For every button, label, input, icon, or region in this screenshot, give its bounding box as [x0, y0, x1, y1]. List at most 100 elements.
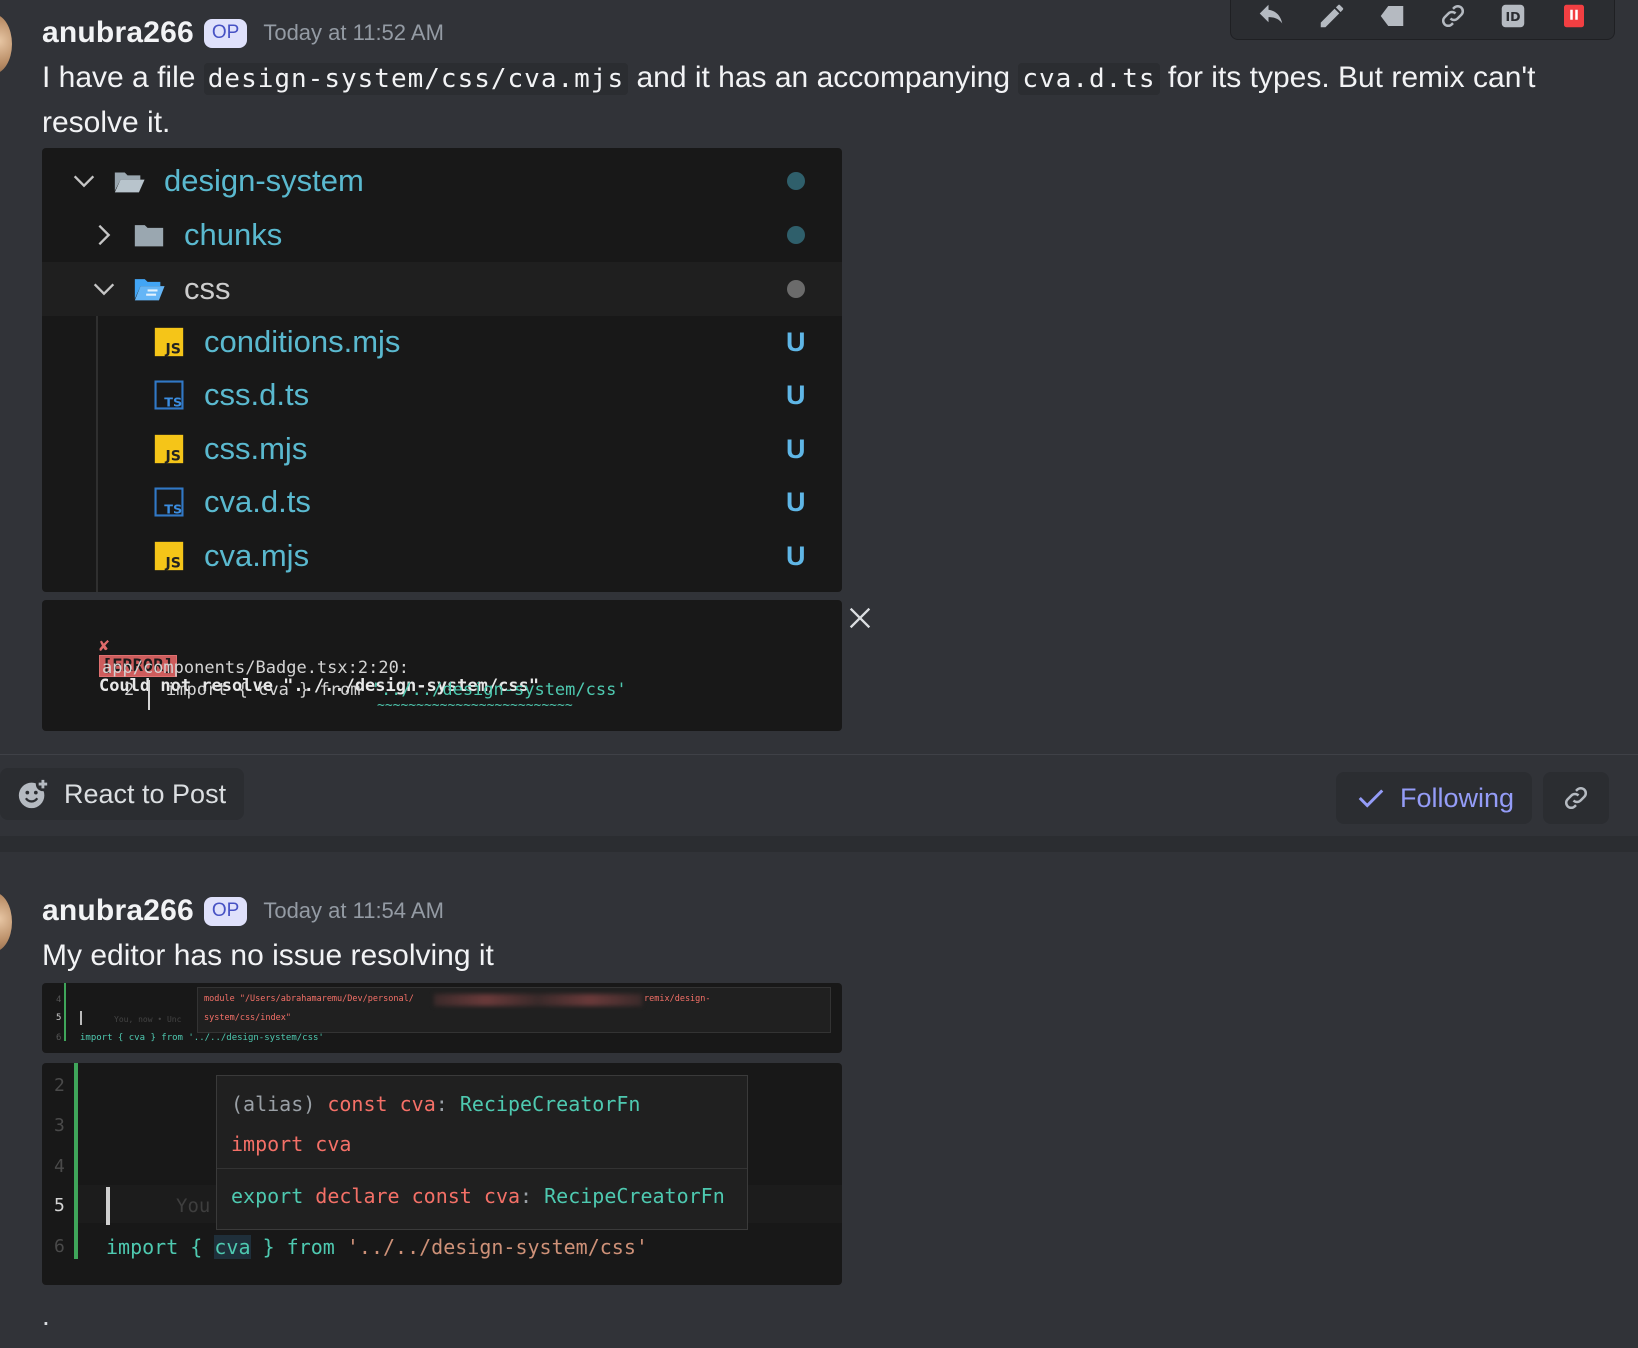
tree-item-cva-mjs: JS cva.mjs U	[42, 529, 842, 583]
tree-item-label: cva.mjs	[204, 538, 310, 573]
module-path-text: system/css/index"	[204, 1013, 291, 1023]
chevron-right-icon	[98, 224, 111, 246]
untracked-status: U	[786, 433, 806, 464]
error-underline: ~~~~~~~~~~~~~~~~~~~~~~~~~	[377, 698, 573, 713]
edit-icon[interactable]	[1312, 0, 1352, 33]
js-file-icon: JS	[154, 327, 184, 357]
checkmark-icon	[1358, 789, 1384, 808]
svg-text:JS: JS	[165, 555, 181, 571]
close-icon[interactable]	[846, 604, 874, 632]
avatar[interactable]	[0, 14, 12, 74]
username[interactable]: anubra266	[42, 16, 194, 50]
following-button[interactable]: Following	[1336, 772, 1532, 824]
line-number: 3	[54, 1115, 65, 1136]
code-token: :	[435, 1092, 448, 1116]
file-tree-image[interactable]: design-system chunks css JS conditions.m…	[42, 148, 842, 592]
divider	[0, 836, 1638, 852]
message-text: I have a file design-system/css/cva.mjs …	[42, 56, 1622, 145]
link-icon	[1564, 786, 1588, 810]
code-token: import	[106, 1235, 179, 1259]
react-to-post-label: React to Post	[64, 778, 227, 809]
ts-file-icon: TS	[154, 380, 184, 410]
redacted-blur	[434, 994, 642, 1006]
status-dot	[787, 226, 805, 244]
tree-item-conditions-mjs: JS conditions.mjs U	[42, 315, 842, 369]
tree-item-label: css	[184, 271, 231, 306]
chevron-down-icon	[73, 175, 95, 188]
svg-text:JS: JS	[165, 448, 181, 464]
status-dot	[787, 172, 805, 190]
tree-item-chunks: chunks	[42, 208, 842, 262]
forward-icon[interactable]	[1372, 0, 1412, 33]
react-to-post-button[interactable]: React to Post	[0, 768, 244, 820]
text-cursor	[80, 1011, 82, 1025]
error-image[interactable]: ✘ [ERROR] Could not resolve "../../desig…	[42, 600, 842, 731]
copy-link-button[interactable]	[1543, 772, 1609, 824]
code-token: import	[231, 1132, 304, 1156]
line-number: 2	[54, 1075, 65, 1096]
line-number: 4	[56, 995, 62, 1005]
untracked-status: U	[786, 326, 806, 357]
text-segment: I have a file	[42, 61, 204, 94]
js-file-icon: JS	[154, 541, 184, 571]
code-token: const	[327, 1092, 388, 1116]
code-token: const	[411, 1184, 472, 1208]
code-line: import { cva } from '../../design-system…	[106, 1235, 648, 1259]
js-file-icon: JS	[154, 434, 184, 464]
line-number: 6	[56, 1033, 62, 1043]
module-path-text: module "/Users/abrahamaremu/Dev/personal…	[204, 994, 414, 1004]
code-token: cva	[315, 1132, 352, 1156]
editor-hover-image-large[interactable]: 2 3 4 5 6 You (alias) const cva: RecipeC…	[42, 1063, 842, 1285]
code-text: import { cva } from	[166, 680, 371, 700]
tree-item-label: design-system	[164, 163, 364, 198]
delete-icon[interactable]	[1554, 0, 1594, 33]
code-token: (alias)	[231, 1092, 316, 1116]
username[interactable]: anubra266	[42, 894, 194, 928]
text-cursor	[106, 1187, 110, 1225]
tree-item-design-system: design-system	[42, 154, 842, 208]
code-token: '../../design-system/css'	[346, 1235, 648, 1259]
inline-code: design-system/css/cva.mjs	[203, 63, 629, 95]
line-number: 6	[54, 1236, 65, 1257]
error-code-line: import { cva } from '../../design-system…	[166, 680, 627, 700]
code-token: }	[262, 1235, 275, 1259]
timestamp: Today at 11:52 AM	[263, 20, 444, 45]
line-number: 5	[56, 1013, 62, 1023]
svg-text:TS: TS	[164, 395, 182, 410]
tree-item-label: css.mjs	[204, 431, 308, 466]
tree-item-css: css	[42, 262, 842, 316]
op-badge: OP	[203, 18, 248, 48]
text-segment: for its types. But remix can't	[1159, 61, 1536, 94]
tree-item-label: conditions.mjs	[204, 324, 401, 359]
svg-text:TS: TS	[164, 502, 182, 517]
code-token: declare	[315, 1184, 400, 1208]
code-line: import { cva } from '../../design-system…	[80, 1033, 324, 1043]
inline-code: cva.d.ts	[1018, 63, 1160, 95]
tree-item-cva-d-ts: TS cva.d.ts U	[42, 475, 842, 529]
add-reaction-icon	[18, 777, 50, 809]
message-header: anubra266 OP Today at 11:54 AM	[42, 894, 444, 928]
id-icon[interactable]: ID	[1493, 0, 1533, 33]
popup-divider	[217, 1168, 747, 1169]
folder-icon	[134, 225, 164, 247]
link-icon[interactable]	[1433, 0, 1473, 33]
folder-open-icon	[114, 172, 145, 193]
error-x-icon: ✘	[98, 636, 110, 656]
message-header: anubra266 OP Today at 11:52 AM	[42, 16, 444, 50]
op-badge: OP	[203, 896, 248, 926]
avatar[interactable]	[0, 892, 12, 952]
error-location: app/components/Badge.tsx:2:20:	[102, 658, 410, 678]
reply-icon[interactable]	[1251, 0, 1291, 33]
code-token: :	[520, 1184, 533, 1208]
editor-hover-image-small[interactable]: 4 5 6 You, now • Unc module "/Users/abra…	[42, 983, 842, 1053]
code-token: RecipeCreatorFn	[544, 1184, 725, 1208]
untracked-status: U	[786, 379, 806, 410]
code-token: from	[286, 1235, 335, 1259]
chevron-down-icon	[93, 283, 115, 296]
git-blame-ghost-text: You, now • Unc	[114, 1015, 182, 1024]
text-segment: and it has an accompanying	[628, 61, 1019, 94]
tree-item-css-mjs: JS css.mjs U	[42, 422, 842, 476]
tree-item-css-d-ts: TS css.d.ts U	[42, 368, 842, 422]
message-text: My editor has no issue resolving it	[42, 939, 494, 972]
tree-item-label: chunks	[184, 217, 283, 252]
